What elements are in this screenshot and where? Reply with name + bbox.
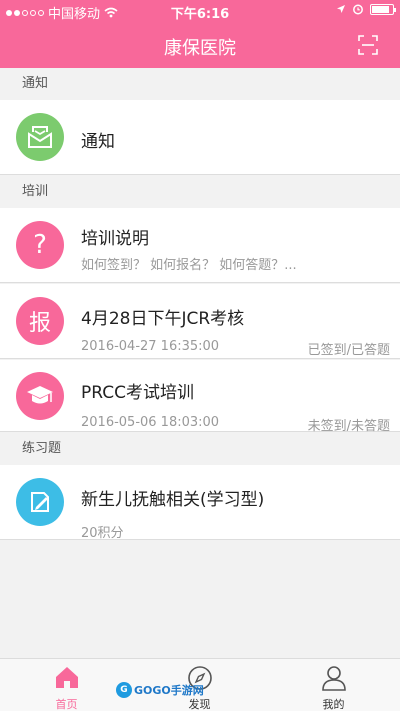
tab-label: 我的 (322, 698, 345, 711)
location-arrow-icon (337, 5, 345, 13)
list-item-title: 4月28日下午JCR考核 (81, 309, 245, 329)
graduation-cap-icon (16, 372, 64, 420)
list-item-title: PRCC考试培训 (81, 383, 194, 403)
list-item-subtitle: 20积分 (81, 526, 124, 541)
status-bar: 中国移动 下午6:16 (0, 0, 400, 22)
list-item-exercise[interactable]: 新生儿抚触相关(学习型) 20积分 (0, 465, 400, 541)
list-item-title: 新生儿抚触相关(学习型) (81, 490, 265, 510)
list-item-jcr-exam[interactable]: 报 4月28日下午JCR考核 2016-04-27 16:35:00 已签到/已… (0, 284, 400, 359)
list-item-prcc-training[interactable]: PRCC考试培训 2016-05-06 18:03:00 未签到/未答题 (0, 360, 400, 434)
list-item-date: 2016-05-06 18:03:00 (81, 415, 220, 430)
list-item-title: 培训说明 (81, 229, 149, 249)
list-item-training-guide[interactable]: ? 培训说明 如何签到？ 如何报名？ 如何答题？... (0, 208, 400, 283)
tab-mine[interactable]: 我的 (267, 659, 400, 711)
section-header-notice: 通知 (0, 68, 400, 100)
list-item-subtitle: 如何签到？ 如何报名？ 如何答题？... (81, 258, 297, 273)
list-item-title: 通知 (81, 132, 115, 152)
edit-document-icon (16, 478, 64, 526)
section-header-training: 培训 (0, 176, 400, 208)
alarm-icon (353, 4, 363, 15)
status-badge: 未签到/未答题 (307, 419, 390, 434)
status-badge: 已签到/已答题 (307, 343, 390, 358)
status-icons (336, 3, 396, 15)
tab-home[interactable]: 首页 (0, 659, 133, 711)
watermark-text: GOGO手游网 (134, 684, 204, 697)
scan-icon[interactable] (358, 35, 378, 55)
watermark: G GOGO手游网 (116, 681, 204, 699)
watermark-logo-icon: G (116, 682, 132, 698)
list-item-notice[interactable]: 通知 (0, 100, 400, 175)
nav-bar: 康保医院 (0, 22, 400, 68)
user-icon (321, 666, 346, 691)
battery-icon (370, 3, 396, 15)
envelope-icon (16, 113, 64, 161)
tab-label: 首页 (55, 698, 78, 711)
list-item-date: 2016-04-27 16:35:00 (81, 339, 220, 354)
section-header-exercise: 练习题 (0, 433, 400, 465)
register-badge-icon: 报 (16, 297, 64, 345)
question-mark-icon: ? (16, 221, 64, 269)
page-title: 康保医院 (164, 38, 236, 59)
home-icon (55, 667, 78, 688)
